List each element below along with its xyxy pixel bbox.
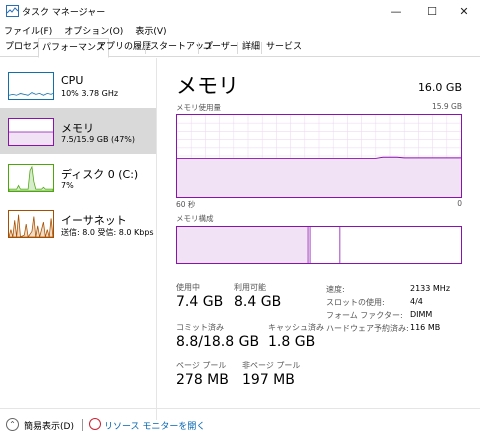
sidebar-item-value: 送信: 8.0 受信: 8.0 Kbps xyxy=(61,228,154,237)
sidebar-item-disk[interactable]: ディスク 0 (C:) 7% xyxy=(0,154,156,200)
menu-view[interactable]: 表示(V) xyxy=(135,24,166,37)
hardware-reserved-value: 116 MB xyxy=(410,323,441,332)
tab-users[interactable]: ユーザー xyxy=(200,40,242,57)
sidebar-item-label: イーサネット xyxy=(61,214,127,227)
performance-sidebar: CPU 10% 3.78 GHz メモリ 7.5/15.9 GB (47%) デ… xyxy=(0,58,157,420)
usage-area xyxy=(177,157,461,197)
available-value: 8.4 GB xyxy=(234,294,282,310)
memory-panel: メモリ 16.0 GB メモリ使用量 15.9 GB 60 秒 0 メモリ構成 … xyxy=(158,58,480,420)
menu-bar: ファイル(F) オプション(O) 表示(V) xyxy=(0,22,480,38)
menu-file[interactable]: ファイル(F) xyxy=(4,24,52,37)
tab-separator xyxy=(198,42,199,54)
usage-graph-label: メモリ使用量 xyxy=(176,103,221,112)
in-use-segment xyxy=(177,227,309,263)
cached-value: 1.8 GB xyxy=(268,334,316,350)
sidebar-item-value: 7% xyxy=(61,181,74,190)
sidebar-item-value: 7.5/15.9 GB (47%) xyxy=(61,135,136,144)
memory-composition-bar xyxy=(176,226,462,264)
sidebar-item-ethernet[interactable]: イーサネット 送信: 8.0 受信: 8.0 Kbps xyxy=(0,200,156,246)
form-factor-value: DIMM xyxy=(410,310,433,319)
hardware-reserved-label: ハードウェア予約済み: xyxy=(326,324,409,333)
composition-label: メモリ構成 xyxy=(176,214,214,223)
menu-options[interactable]: オプション(O) xyxy=(64,24,123,37)
tab-services[interactable]: サービス xyxy=(263,40,305,57)
memory-graph-icon xyxy=(8,118,54,146)
tab-separator xyxy=(261,42,262,54)
cpu-graph-icon xyxy=(8,72,54,100)
open-resource-monitor-link[interactable]: リソース モニターを開く xyxy=(104,419,205,432)
sidebar-item-value: 10% 3.78 GHz xyxy=(61,89,119,98)
usage-graph-max: 15.9 GB xyxy=(431,102,462,111)
axis-left-label: 60 秒 xyxy=(176,200,196,209)
nonpaged-pool-label: 非ページ プール xyxy=(242,361,301,370)
speed-value: 2133 MHz xyxy=(410,284,451,293)
in-use-label: 使用中 xyxy=(176,283,200,292)
resource-monitor-icon[interactable] xyxy=(89,418,101,430)
total-memory: 16.0 GB xyxy=(417,81,462,94)
in-use-value: 7.4 GB xyxy=(176,294,224,310)
sidebar-item-memory[interactable]: メモリ 7.5/15.9 GB (47%) xyxy=(0,108,156,154)
disk-graph-icon xyxy=(8,164,54,192)
sidebar-item-label: ディスク 0 (C:) xyxy=(61,168,139,181)
footer-separator xyxy=(82,419,83,431)
axis-right-label: 0 xyxy=(457,199,462,208)
committed-value: 8.8/18.8 GB xyxy=(176,334,260,350)
ethernet-graph-icon xyxy=(8,210,54,238)
speed-label: 速度: xyxy=(326,285,345,294)
paged-pool-label: ページ プール xyxy=(176,361,227,370)
minimize-button[interactable]: — xyxy=(378,0,414,22)
window-title: タスク マネージャー xyxy=(22,8,106,18)
sidebar-item-cpu[interactable]: CPU 10% 3.78 GHz xyxy=(0,62,156,108)
task-manager-icon xyxy=(6,5,19,17)
sidebar-item-label: メモリ xyxy=(61,122,94,135)
slots-label: スロットの使用: xyxy=(326,298,385,307)
available-label: 利用可能 xyxy=(234,283,266,292)
close-button[interactable]: ✕ xyxy=(446,0,480,22)
tab-separator xyxy=(237,42,238,54)
paged-pool-value: 278 MB xyxy=(176,372,229,388)
sidebar-item-label: CPU xyxy=(61,74,84,87)
tab-separator xyxy=(145,42,146,54)
slots-value: 4/4 xyxy=(410,297,423,306)
footer-bar: ⌃ 簡易表示(D) リソース モニターを開く xyxy=(0,408,480,441)
cached-label: キャッシュ済み xyxy=(268,323,324,332)
title-bar: タスク マネージャー — ☐ ✕ xyxy=(0,0,480,22)
tab-strip: プロセス パフォーマンス アプリの履歴 スタートアップ ユーザー 詳細 サービス xyxy=(0,38,480,58)
committed-label: コミット済み xyxy=(176,323,224,332)
maximize-button[interactable]: ☐ xyxy=(414,0,450,22)
nonpaged-pool-value: 197 MB xyxy=(242,372,295,388)
memory-usage-graph xyxy=(176,114,462,198)
form-factor-label: フォーム ファクター: xyxy=(326,311,403,320)
tab-details[interactable]: 詳細 xyxy=(239,40,263,57)
fewer-details-button[interactable]: 簡易表示(D) xyxy=(24,419,74,432)
page-title: メモリ xyxy=(176,74,239,98)
chevron-up-icon[interactable]: ⌃ xyxy=(6,418,19,431)
